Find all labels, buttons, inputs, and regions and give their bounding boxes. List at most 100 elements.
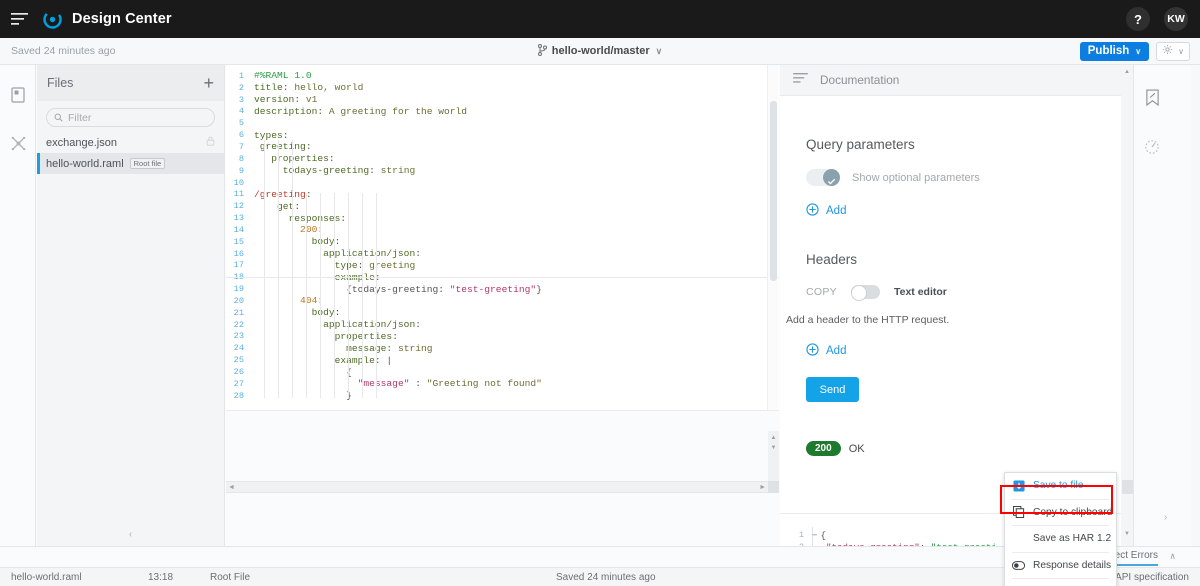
files-filter-box[interactable] <box>46 108 215 127</box>
rail-dependencies-icon[interactable] <box>0 123 36 163</box>
list-item-exchange-json[interactable]: exchange.json <box>37 132 224 153</box>
menu-item-label: Save to file <box>1033 480 1084 492</box>
line-number: 10 <box>233 177 244 188</box>
code-text: version: v1 <box>254 94 318 106</box>
settings-button[interactable]: ∨ <box>1156 41 1190 61</box>
menu-item-label: Response details <box>1033 559 1112 571</box>
list-item-hello-world-raml[interactable]: hello-world.raml Root file <box>37 153 224 174</box>
scrollbar-thumb[interactable] <box>770 101 777 281</box>
avatar[interactable]: KW <box>1164 7 1188 31</box>
indent-guide <box>348 193 349 398</box>
topbar-actions: ? KW <box>1112 7 1200 31</box>
code-editor[interactable]: 1 #%RAML 1.0 2 title: hello, world 3 version:… <box>226 65 779 546</box>
file-name: hello-world.raml <box>46 157 124 170</box>
filter-input[interactable] <box>68 111 188 124</box>
editor-horizontal-scrollbar[interactable]: ◄ ► <box>226 481 768 493</box>
git-branch-icon <box>537 43 547 59</box>
code-area[interactable]: 1 #%RAML 1.0 2 title: hello, world 3 version:… <box>226 65 779 410</box>
copy-button[interactable]: COPY <box>806 286 837 298</box>
rail-timer-icon[interactable] <box>1134 127 1170 167</box>
chevron-left-icon[interactable]: ‹ <box>37 529 224 540</box>
add-header-button[interactable]: Add <box>806 343 1156 359</box>
code-line: 16 application/json: <box>226 248 779 260</box>
branch-selector[interactable]: hello-world/master ∨ <box>490 43 710 59</box>
code-line: 1 #%RAML 1.0 <box>226 70 779 82</box>
scrollbar-thumb[interactable] <box>768 481 779 493</box>
status-badge: 200 <box>806 441 841 456</box>
menu-item-response-details[interactable]: Response details <box>1005 553 1116 579</box>
check-icon <box>827 173 836 191</box>
console-title: Documentation <box>820 73 900 87</box>
hamburger-menu-icon[interactable] <box>0 0 38 38</box>
files-panel: Files + exchange.json <box>37 65 225 546</box>
response-code-line: 1 −{ <box>790 529 997 541</box>
scroll-up-arrow-icon[interactable]: ▲ <box>771 435 777 441</box>
fold-icon[interactable]: − <box>812 530 821 541</box>
code-text: application/json: <box>323 319 421 331</box>
scrollbar-thumb[interactable] <box>1122 480 1133 494</box>
chevron-up-icon[interactable]: ∧ <box>1169 551 1176 562</box>
chevron-right-icon[interactable]: › <box>1164 512 1167 523</box>
headers-title: Headers <box>806 252 858 267</box>
menu-item-copy-to-clipboard[interactable]: Copy to clipboard <box>1005 500 1116 526</box>
help-button[interactable]: ? <box>1126 7 1150 31</box>
line-number: 26 <box>233 367 244 378</box>
line-number: 14 <box>233 224 244 235</box>
indent-guide <box>334 193 335 398</box>
code-line: 13 responses: <box>226 212 779 224</box>
sub-toolbar: Saved 24 minutes ago hello-world/master … <box>0 38 1200 65</box>
scroll-left-arrow-icon[interactable]: ◄ <box>228 484 235 491</box>
main-workspace: Files + exchange.json <box>0 65 1200 586</box>
line-number: 19 <box>233 284 244 295</box>
line-number: 28 <box>233 390 244 401</box>
statusbar-saved-text: Saved 24 minutes ago <box>556 572 656 583</box>
branch-label: hello-world/master <box>551 45 650 57</box>
editor-vertical-scrollbar[interactable] <box>767 65 778 410</box>
code-text: application/json: <box>323 248 421 260</box>
code-text: #%RAML 1.0 <box>254 70 312 82</box>
line-number: 25 <box>233 355 244 366</box>
menu-item-source-view[interactable]: Source view <box>1005 579 1116 586</box>
code-text: "message" : "Greeting not found" <box>357 378 542 390</box>
rail-files-icon[interactable] <box>0 75 36 115</box>
code-text: {todays-greeting: "test-greeting"} <box>254 283 542 295</box>
indent-guide <box>320 193 321 398</box>
indent-guide <box>292 140 293 398</box>
publish-button[interactable]: Publish ∨ <box>1079 41 1150 61</box>
status-text: OK <box>848 442 865 455</box>
save-to-file-icon <box>1012 480 1025 492</box>
menu-item-save-as-har[interactable]: Save as HAR 1.2 <box>1005 526 1116 552</box>
scroll-down-arrow-icon[interactable]: ▼ <box>771 445 777 451</box>
chevron-down-icon: ∨ <box>655 45 663 56</box>
outer-vertical-scrollbar[interactable]: ▲ ▼ <box>1121 65 1134 546</box>
menu-item-label: Save as HAR 1.2 <box>1033 533 1112 545</box>
line-number: 2 <box>238 82 244 93</box>
code-line: 24 message: string <box>226 342 779 354</box>
line-number: 23 <box>233 331 244 342</box>
statusbar-spec-type: API specification <box>1115 572 1189 583</box>
rail-bookmark-icon[interactable] <box>1134 77 1170 117</box>
top-navigation-bar: Design Center ? KW <box>0 0 1200 38</box>
hamburger-lines-icon[interactable] <box>793 71 808 89</box>
chevron-down-icon: ∨ <box>1178 46 1184 56</box>
scroll-down-arrow-icon[interactable]: ▼ <box>1124 531 1130 537</box>
menu-item-save-to-file[interactable]: Save to file <box>1005 473 1116 499</box>
publish-label: Publish <box>1087 45 1130 57</box>
text-editor-toggle[interactable] <box>850 285 880 301</box>
code-line: 4 description: A greeting for the world <box>226 106 779 118</box>
code-line: 10 <box>226 177 779 189</box>
scroll-right-arrow-icon[interactable]: ► <box>759 484 766 491</box>
indent-guide <box>362 193 363 398</box>
line-number: 21 <box>233 307 244 318</box>
send-button[interactable]: Send <box>806 377 859 402</box>
code-line: 17 type: greeting <box>226 260 779 272</box>
plus-icon[interactable]: + <box>203 74 214 92</box>
add-query-parameter-button[interactable]: Add <box>806 203 1156 219</box>
show-optional-parameters-toggle[interactable] <box>806 169 840 186</box>
indent-guide <box>264 140 265 398</box>
statusbar-file-name: hello-world.raml <box>11 572 82 583</box>
line-number: 17 <box>233 260 244 271</box>
page-scrollbar[interactable] <box>1191 65 1200 546</box>
code-line: 20 404: <box>226 295 779 307</box>
scroll-up-arrow-icon[interactable]: ▲ <box>1124 69 1130 75</box>
